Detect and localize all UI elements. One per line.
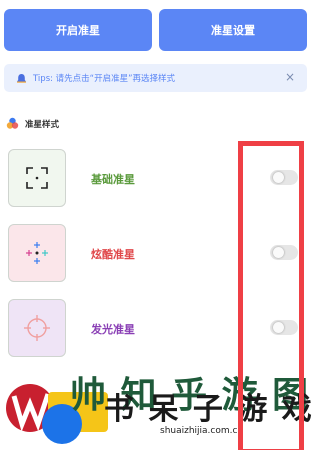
tips-banner: Tips: 请先点击“开启准星”再选择样式 × [4,64,307,92]
bell-icon [16,73,27,84]
glow-crosshair-icon [8,299,66,357]
watermark-url: shuaizhijia.com.cn [160,426,244,436]
style-label: 基础准星 [91,173,135,186]
section-header: 准星样式 [6,117,59,130]
open-crosshair-button[interactable]: 开启准星 [4,9,152,51]
section-title: 准星样式 [25,119,60,130]
toggle-highlight-box [238,141,304,450]
crosshair-settings-button[interactable]: 准星设置 [159,9,307,51]
cool-crosshair-icon [8,224,66,282]
close-icon[interactable]: × [285,70,295,84]
tips-text: Tips: 请先点击“开启准星”再选择样式 [33,74,175,84]
style-palette-icon [6,117,19,130]
style-label: 炫酷准星 [91,248,135,261]
style-label: 发光准星 [91,323,135,336]
basic-crosshair-icon [8,149,66,207]
